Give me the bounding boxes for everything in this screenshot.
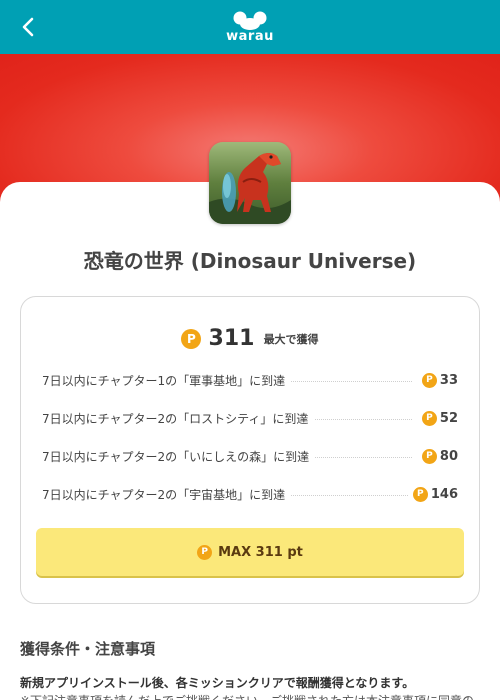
app-title: 恐竜の世界 (Dinosaur Universe) (83, 249, 417, 273)
mission-reward: P 146 (408, 484, 458, 503)
mission-label: 7日以内にチャプター2の「宇宙基地」に到達 (42, 486, 292, 503)
max-points-button[interactable]: P MAX 311 pt (36, 528, 464, 576)
mission-points: 52 (439, 411, 458, 426)
warau-logo[interactable]: warau (226, 10, 274, 46)
back-button[interactable] (14, 12, 44, 42)
conditions-note: ※下記注意事項を読んだ上でご挑戦ください。ご挑戦された方は本注意事項に同意の (20, 692, 474, 700)
point-coin-icon: P (421, 449, 437, 464)
conditions-line: 新規アプリインストール後、各ミッションクリアで報酬獲得となります。 (20, 676, 415, 690)
mission-reward: P 33 (417, 370, 458, 389)
conditions-title: 獲得条件・注意事項 (20, 640, 156, 658)
mission-points: 80 (439, 449, 458, 464)
mission-label: 7日以内にチャプター2の「ロストシティ」に到達 (42, 410, 315, 427)
chevron-left-icon (22, 17, 34, 37)
max-points-value: 311 (208, 326, 255, 351)
mission-points: 146 (430, 487, 458, 502)
app-icon (209, 142, 291, 224)
mission-row: 7日以内にチャプター1の「軍事基地」に到達 P 33 (42, 370, 460, 390)
mission-label: 7日以内にチャプター2の「いにしえの森」に到達 (42, 448, 316, 465)
top-bar: warau (0, 0, 500, 54)
max-points-button-label: MAX 311 pt (218, 544, 303, 560)
mouse-ears-icon (233, 11, 267, 30)
point-coin-icon: P (197, 545, 213, 560)
logo-text: warau (226, 29, 274, 44)
max-points-suffix: 最大で獲得 (263, 332, 319, 346)
point-coin-icon: P (412, 487, 428, 502)
max-reward-row: P 311 最大で獲得 (0, 326, 500, 351)
mission-label: 7日以内にチャプター1の「軍事基地」に到達 (42, 372, 292, 389)
mission-reward: P 80 (417, 446, 458, 465)
point-coin-icon: P (421, 373, 437, 388)
mission-row: 7日以内にチャプター2の「宇宙基地」に到達 P 146 (42, 484, 460, 504)
mission-reward: P 52 (417, 408, 458, 427)
mission-row: 7日以内にチャプター2の「いにしえの森」に到達 P 80 (42, 446, 460, 466)
point-coin-icon: P (181, 328, 202, 349)
mission-points: 33 (439, 373, 458, 388)
point-coin-icon: P (421, 411, 437, 426)
mission-row: 7日以内にチャプター2の「ロストシティ」に到達 P 52 (42, 408, 460, 428)
